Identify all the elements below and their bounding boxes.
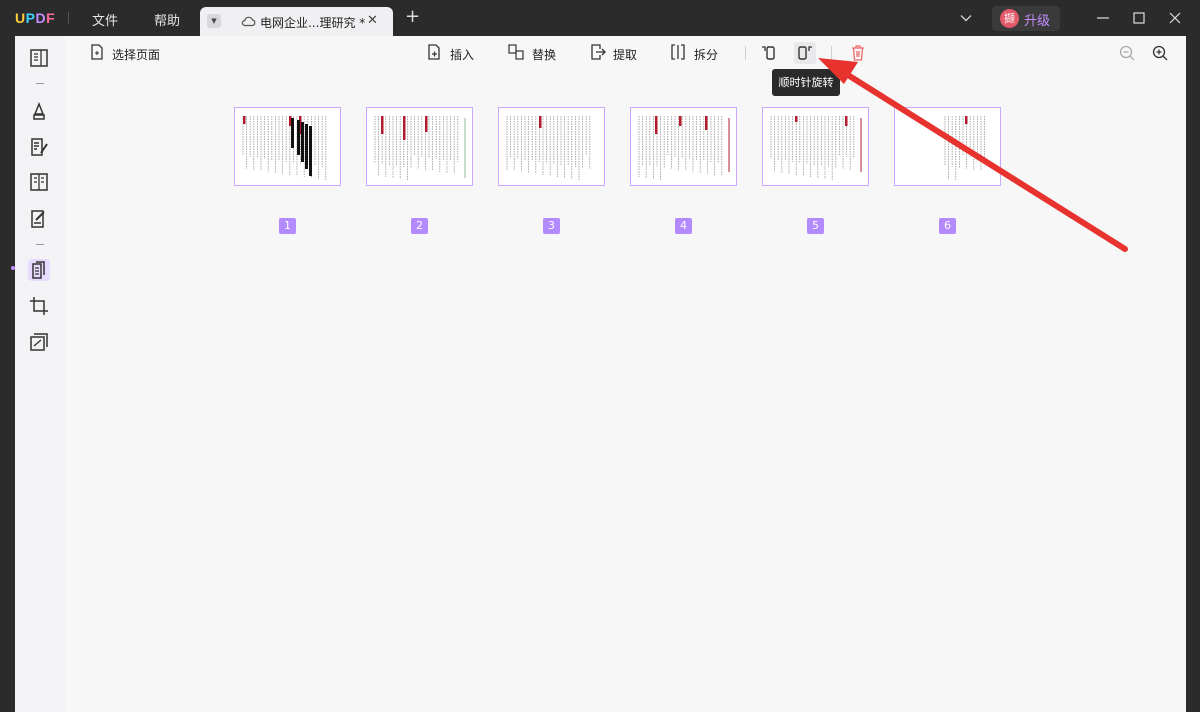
extract-page-icon: [591, 44, 606, 60]
page-thumbnail[interactable]: [498, 107, 605, 186]
rotate-clockwise-icon[interactable]: [794, 42, 816, 64]
page-preview: [944, 116, 985, 180]
highlighter-icon[interactable]: [28, 100, 50, 122]
maximize-icon[interactable]: [1131, 10, 1147, 26]
minimize-icon[interactable]: [1095, 10, 1111, 26]
toolbar-separator: [831, 46, 832, 60]
upgrade-button[interactable]: 撷 升级: [992, 6, 1060, 31]
page-preview: [242, 116, 327, 180]
document-tab[interactable]: ▼ 电网企业...理研究 * ✕: [200, 7, 393, 36]
rotate-clockwise-tooltip: 顺时针旋转: [772, 69, 840, 96]
crop-icon[interactable]: [28, 295, 50, 317]
page-number-badge: 1: [279, 218, 296, 234]
select-pages-label: 选择页面: [112, 48, 161, 62]
avatar: 撷: [1000, 9, 1019, 28]
upgrade-label: 升级: [1024, 14, 1051, 29]
right-edge: [1186, 36, 1200, 712]
page-number-badge: 6: [939, 218, 956, 234]
split-label: 拆分: [694, 48, 719, 62]
edit-text-icon[interactable]: [28, 136, 50, 158]
insert-page-icon: [428, 44, 440, 60]
page-preview: [374, 116, 466, 180]
sidebar-separator: [36, 244, 44, 245]
reader-icon[interactable]: [28, 47, 50, 69]
form-icon[interactable]: [28, 171, 50, 193]
page-preview: [506, 116, 591, 180]
page-number-badge: 5: [807, 218, 824, 234]
page-thumbnail[interactable]: [234, 107, 341, 186]
select-pages-icon: [91, 44, 103, 60]
menu-file[interactable]: 文件: [92, 10, 118, 29]
insert-label: 插入: [450, 48, 475, 62]
page-thumbnail[interactable]: [366, 107, 473, 186]
extract-label: 提取: [613, 48, 638, 62]
page-number-badge: 4: [675, 218, 692, 234]
toolbar-separator: [745, 46, 746, 60]
tab-close-icon[interactable]: ✕: [367, 13, 378, 28]
page-preview: [638, 116, 730, 180]
cloud-icon: [241, 16, 256, 27]
trash-icon[interactable]: [847, 42, 869, 64]
page-preview: [770, 116, 862, 180]
zoom-in-icon[interactable]: [1149, 42, 1171, 64]
title-separator: [68, 12, 69, 24]
active-indicator: [11, 266, 15, 270]
chevron-down-icon[interactable]: [960, 12, 972, 24]
left-sidebar: [11, 36, 65, 712]
split-page-icon: [671, 44, 685, 60]
updf-logo: UPDF: [15, 10, 56, 26]
title-bar: UPDF 文件 帮助 ▼ 电网企业...理研究 * ✕ + 撷 升级: [0, 0, 1200, 36]
rotate-counterclockwise-icon[interactable]: [758, 42, 780, 64]
zoom-out-icon[interactable]: [1116, 42, 1138, 64]
tab-title: 电网企业...理研究 *: [260, 16, 366, 30]
replace-page-icon: [508, 44, 524, 60]
page-thumbnail[interactable]: [762, 107, 869, 186]
organize-pages-icon[interactable]: [28, 259, 50, 281]
new-tab-button[interactable]: +: [405, 8, 420, 26]
page-thumbnail[interactable]: [630, 107, 737, 186]
page-number-badge: 3: [543, 218, 560, 234]
page-organizer: 选择页面 插入 替换 提取 拆分 顺时针旋转 1 2 3 4 5 6: [65, 36, 1186, 712]
page-thumbnail[interactable]: [894, 107, 1001, 186]
close-window-icon[interactable]: [1167, 10, 1183, 26]
tab-dropdown-icon[interactable]: ▼: [207, 14, 221, 28]
replace-label: 替换: [532, 48, 557, 62]
menu-help[interactable]: 帮助: [154, 10, 180, 29]
watermark-icon[interactable]: [28, 331, 50, 353]
page-number-badge: 2: [411, 218, 428, 234]
sign-document-icon[interactable]: [28, 208, 50, 230]
sidebar-separator: [36, 83, 44, 84]
